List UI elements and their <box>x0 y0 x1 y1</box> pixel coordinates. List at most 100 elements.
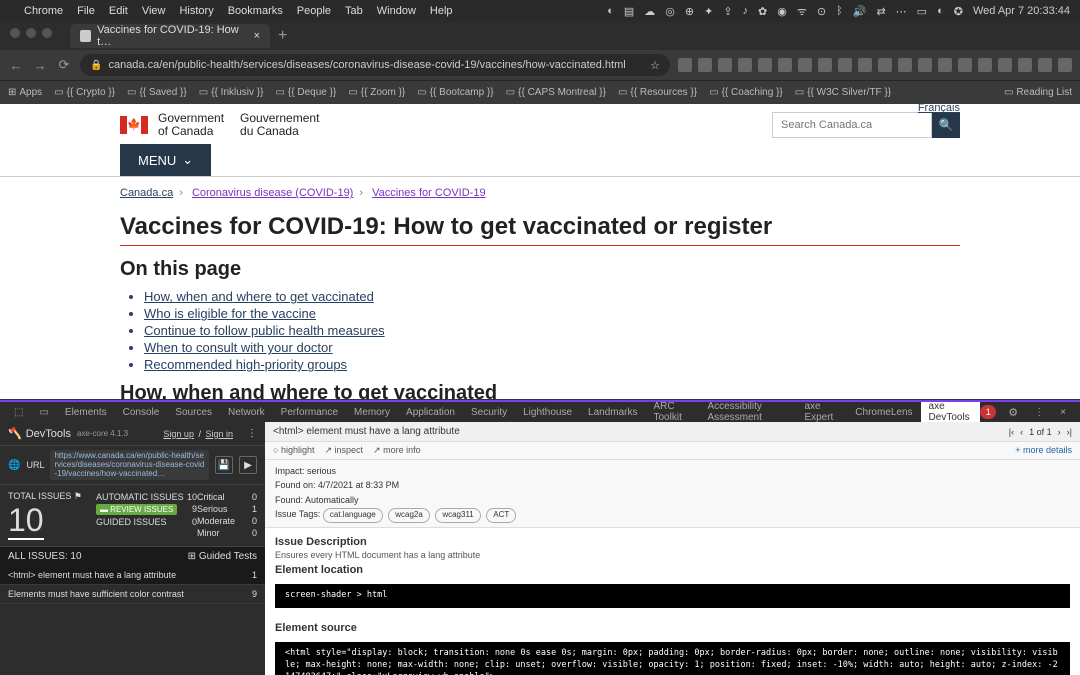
breadcrumb-link[interactable]: Canada.ca <box>120 187 173 199</box>
wifi-icon[interactable]: ᯤ <box>797 4 807 19</box>
devtools-tab[interactable]: Console <box>115 402 168 422</box>
volume-icon[interactable]: 🔊 <box>853 5 867 18</box>
status-icon[interactable]: ✦ <box>704 5 713 18</box>
review-issues-badge[interactable]: ▬ REVIEW ISSUES <box>96 504 177 515</box>
bookmark-folder[interactable]: ▭ {{ Zoom }} <box>348 87 405 98</box>
bookmark-folder[interactable]: ▭ {{ CAPS Montreal }} <box>506 87 606 98</box>
bookmark-folder[interactable]: ▭ {{ Coaching }} <box>709 87 783 98</box>
bookmark-folder[interactable]: ▭ {{ Bootcamp }} <box>417 87 493 98</box>
reading-list[interactable]: ▭ Reading List <box>1004 87 1072 98</box>
back-button[interactable]: ← <box>8 58 24 73</box>
devtools-tab[interactable]: axe Expert <box>796 402 847 422</box>
devtools-tab[interactable]: Security <box>463 402 515 422</box>
clock[interactable]: Wed Apr 7 20:33:44 <box>973 5 1070 17</box>
bookmark-folder[interactable]: ▭ {{ Deque }} <box>275 87 336 98</box>
menu-edit[interactable]: Edit <box>109 5 128 17</box>
devtools-tab[interactable]: Performance <box>273 402 346 422</box>
status-icon[interactable]: ◎ <box>665 5 675 18</box>
language-toggle[interactable]: Français <box>918 104 960 114</box>
status-icon[interactable]: ▤ <box>624 5 634 18</box>
forward-button[interactable]: → <box>32 58 48 73</box>
issue-row[interactable]: Elements must have sufficient color cont… <box>0 585 265 604</box>
devtools-tab[interactable]: Sources <box>167 402 220 422</box>
status-icon[interactable]: ◐ <box>937 5 944 17</box>
status-icon[interactable]: ☁ <box>644 5 655 18</box>
bookmark-folder[interactable]: ▭ {{ Crypto }} <box>54 87 115 98</box>
status-icon[interactable]: ⇄ <box>876 5 885 18</box>
menu-window[interactable]: Window <box>377 5 416 17</box>
pager-first[interactable]: |‹ <box>1009 427 1014 437</box>
status-icon[interactable]: ⇪ <box>723 5 732 18</box>
bookmark-folder[interactable]: ▭ {{ Inklusiv }} <box>199 87 264 98</box>
signin-link[interactable]: Sign in <box>205 429 233 439</box>
bookmark-item[interactable]: ⊞ Apps <box>8 87 42 98</box>
devtools-tab[interactable]: Elements <box>57 402 115 422</box>
devtools-tab[interactable]: Landmarks <box>580 402 645 422</box>
bluetooth-icon[interactable]: ᛒ <box>836 5 843 17</box>
moreinfo-link[interactable]: ↗ more info <box>373 445 421 456</box>
toc-link[interactable]: Recommended high-priority groups <box>144 357 960 372</box>
menu-help[interactable]: Help <box>430 5 453 17</box>
error-badge[interactable]: 1 <box>980 405 996 419</box>
search-input[interactable] <box>772 112 932 138</box>
toc-link[interactable]: How, when and where to get vaccinated <box>144 289 960 304</box>
inspect-link[interactable]: ↗ inspect <box>324 445 363 456</box>
search-button[interactable]: 🔍 <box>932 112 960 138</box>
issue-row[interactable]: <html> element must have a lang attribut… <box>0 566 265 585</box>
toc-link[interactable]: Who is eligible for the vaccine <box>144 306 960 321</box>
window-controls[interactable] <box>10 28 52 38</box>
status-icon[interactable]: ⊕ <box>685 5 694 18</box>
bookmark-folder[interactable]: ▭ {{ Resources }} <box>618 87 697 98</box>
status-icon[interactable]: ◐ <box>607 5 614 17</box>
inspect-icon[interactable]: ⬚ <box>6 402 31 422</box>
status-icon[interactable]: ▭ <box>917 5 927 18</box>
pager-prev[interactable]: ‹ <box>1020 427 1023 437</box>
breadcrumb-link[interactable]: Coronavirus disease (COVID-19) <box>192 187 353 199</box>
star-icon[interactable]: ☆ <box>650 59 660 72</box>
pager-last[interactable]: ›| <box>1067 427 1072 437</box>
status-icon[interactable]: ✪ <box>954 5 963 18</box>
new-tab-button[interactable]: + <box>278 27 287 45</box>
devtools-tab[interactable]: Lighthouse <box>515 402 580 422</box>
devtools-tab[interactable]: Network <box>220 402 273 422</box>
status-icon[interactable]: ◉ <box>777 5 787 18</box>
menu-history[interactable]: History <box>179 5 213 17</box>
close-icon[interactable]: × <box>1052 402 1074 422</box>
settings-icon[interactable]: ⚙ <box>1000 402 1026 422</box>
devtools-tab-active[interactable]: axe DevTools <box>921 402 981 422</box>
app-name[interactable]: Chrome <box>24 5 63 17</box>
menu-view[interactable]: View <box>142 5 166 17</box>
reload-button[interactable]: ⟳ <box>56 57 72 73</box>
extension-icons[interactable] <box>678 58 1072 72</box>
devtools-tab[interactable]: ChromeLens <box>847 402 920 422</box>
devtools-tab[interactable]: Accessibility Assessment <box>699 402 796 422</box>
main-menu-button[interactable]: MENU ⌄ <box>120 144 211 176</box>
devtools-tab[interactable]: ARC Toolkit <box>646 402 700 422</box>
more-details-toggle[interactable]: + more details <box>1015 445 1072 456</box>
toc-link[interactable]: When to consult with your doctor <box>144 340 960 355</box>
menu-tab[interactable]: Tab <box>345 5 363 17</box>
guided-tests-link[interactable]: ⊞ Guided Tests <box>188 551 257 562</box>
axe-menu-icon[interactable]: ⋮ <box>247 428 257 439</box>
signup-link[interactable]: Sign up <box>163 429 194 439</box>
status-icon[interactable]: ✿ <box>758 5 767 18</box>
toc-link[interactable]: Continue to follow public health measure… <box>144 323 960 338</box>
device-icon[interactable]: ▭ <box>31 402 56 422</box>
devtools-tab[interactable]: Application <box>398 402 463 422</box>
status-icon[interactable]: ⊙ <box>817 5 826 18</box>
bookmark-folder[interactable]: ▭ {{ W3C Silver/TF }} <box>795 87 891 98</box>
status-icon[interactable]: ⋯ <box>896 5 907 18</box>
browser-tab[interactable]: Vaccines for COVID-19: How t… × <box>70 24 270 48</box>
save-icon[interactable]: 💾 <box>215 456 233 474</box>
close-tab-icon[interactable]: × <box>254 30 260 42</box>
more-icon[interactable]: ⋮ <box>1026 402 1052 422</box>
rerun-icon[interactable]: ▶ <box>239 456 257 474</box>
omnibox[interactable]: 🔒 canada.ca/en/public-health/services/di… <box>80 54 670 76</box>
pager-next[interactable]: › <box>1058 427 1061 437</box>
status-icon[interactable]: ♪ <box>743 5 749 17</box>
bookmark-folder[interactable]: ▭ {{ Saved }} <box>127 87 187 98</box>
menu-bookmarks[interactable]: Bookmarks <box>228 5 283 17</box>
menu-people[interactable]: People <box>297 5 331 17</box>
devtools-tab[interactable]: Memory <box>346 402 398 422</box>
menu-file[interactable]: File <box>77 5 95 17</box>
